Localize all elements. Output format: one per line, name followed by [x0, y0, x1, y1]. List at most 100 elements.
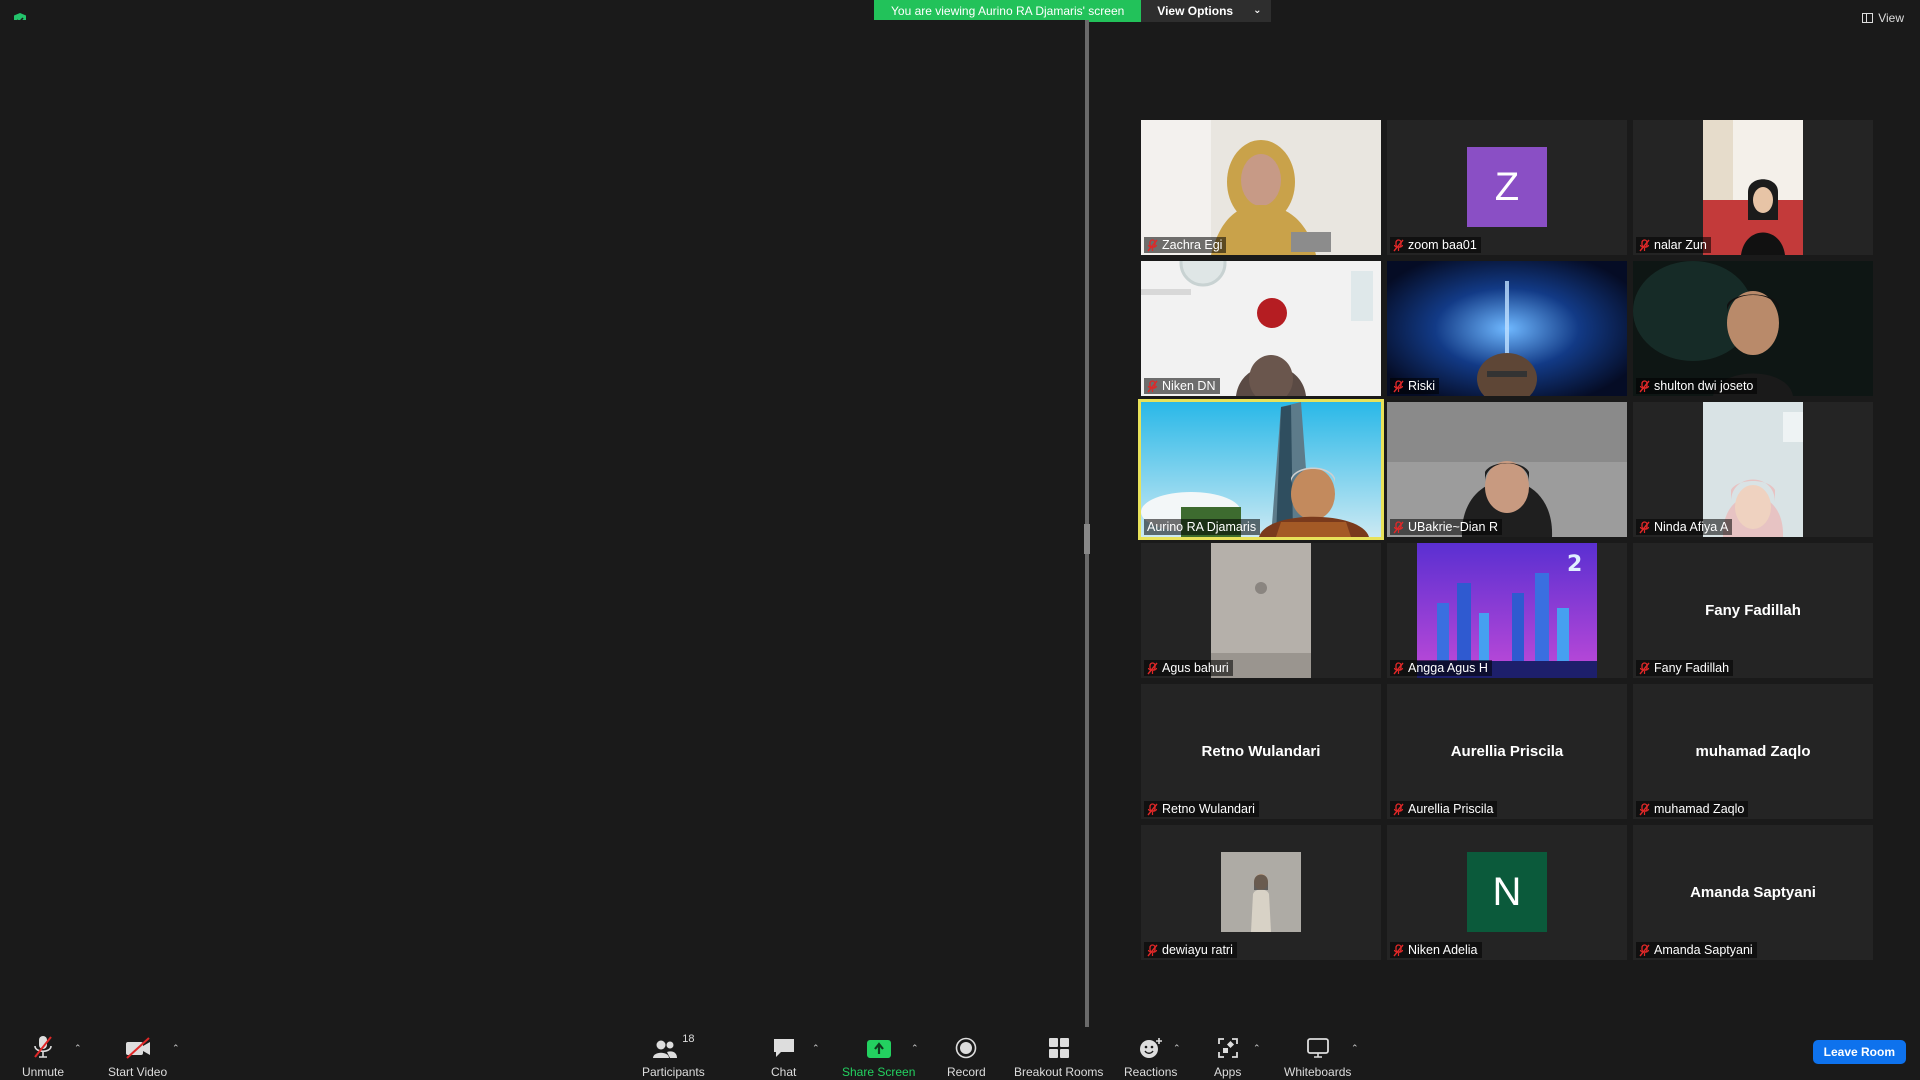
participant-tile[interactable]: nalar Zun: [1633, 120, 1873, 255]
whiteboard-icon: [1306, 1038, 1329, 1058]
chevron-down-icon: ⌄: [1253, 5, 1262, 16]
muted-mic-icon: [1393, 661, 1404, 674]
muted-mic-icon: [1393, 379, 1404, 392]
name-tag: Fany Fadillah: [1636, 660, 1734, 676]
view-options-label: View Options: [1157, 4, 1234, 18]
participant-tile[interactable]: Amanda Saptyani Amanda Saptyani: [1633, 825, 1873, 960]
participant-name: Angga Agus H: [1408, 661, 1488, 675]
participant-tile[interactable]: Ninda Afiya A: [1633, 402, 1873, 537]
breakout-rooms-icon: [1048, 1038, 1069, 1058]
share-screen-icon: [866, 1040, 891, 1058]
participant-tile[interactable]: muhamad Zaqlo muhamad Zaqlo: [1633, 684, 1873, 819]
participant-name: Aurino RA Djamaris: [1147, 520, 1257, 534]
leave-room-button[interactable]: Leave Room: [1812, 1040, 1906, 1064]
apps-options-caret[interactable]: ⌃: [1253, 1043, 1261, 1054]
muted-mic-icon: [1147, 379, 1158, 392]
participant-tile[interactable]: Zachra Egi: [1141, 120, 1381, 255]
name-tag: Ninda Afiya A: [1636, 519, 1733, 535]
participant-tile[interactable]: Aurellia Priscila Aurellia Priscila: [1387, 684, 1627, 819]
muted-mic-icon: [1639, 802, 1650, 815]
participant-tile[interactable]: Fany Fadillah Fany Fadillah: [1633, 543, 1873, 678]
participant-name: shulton dwi joseto: [1654, 379, 1754, 393]
view-options-button[interactable]: View Options ⌄: [1141, 0, 1272, 22]
audio-options-caret[interactable]: ⌃: [74, 1043, 82, 1054]
whiteboards-button[interactable]: Whiteboards: [1284, 1027, 1351, 1079]
video-feed: [1211, 543, 1311, 678]
whiteboards-label: Whiteboards: [1284, 1065, 1352, 1079]
view-button[interactable]: View: [1862, 11, 1904, 25]
participant-tile[interactable]: Niken DN: [1141, 261, 1381, 396]
meeting-toolbar: Unmute ⌃ Start Video ⌃ 18 Participants C…: [0, 1027, 1920, 1080]
divider-handle[interactable]: [1084, 524, 1090, 554]
participant-display-name: Aurellia Priscila: [1450, 743, 1564, 760]
layout-icon: [1862, 13, 1874, 23]
participant-tile[interactable]: Z zoom baa01: [1387, 120, 1627, 255]
avatar-initial: Z: [1494, 164, 1520, 209]
participant-name: Fany Fadillah: [1654, 661, 1730, 675]
apps-label: Apps: [1214, 1065, 1242, 1079]
muted-mic-icon: [1147, 238, 1158, 251]
muted-mic-icon: [1147, 802, 1158, 815]
share-options-caret[interactable]: ⌃: [911, 1043, 919, 1054]
video-feed: [1703, 402, 1803, 537]
breakout-rooms-button[interactable]: Breakout Rooms: [1014, 1027, 1103, 1079]
video-feed: [1141, 120, 1381, 255]
apps-button[interactable]: Apps: [1214, 1027, 1241, 1079]
reactions-icon: [1139, 1038, 1162, 1058]
participant-tile[interactable]: dewiayu ratri: [1141, 825, 1381, 960]
participant-name: muhamad Zaqlo: [1654, 802, 1745, 816]
chat-options-caret[interactable]: ⌃: [812, 1043, 820, 1054]
muted-mic-icon: [1147, 943, 1158, 956]
video-feed: [1387, 261, 1627, 396]
participant-tile[interactable]: Retno Wulandari Retno Wulandari: [1141, 684, 1381, 819]
profile-photo: [1221, 852, 1301, 932]
video-feed: [1141, 402, 1381, 537]
name-tag: Angga Agus H: [1390, 660, 1492, 676]
video-feed: [1141, 261, 1381, 396]
video-options-caret[interactable]: ⌃: [172, 1043, 180, 1054]
screen-share-banner: You are viewing Aurino RA Djamaris' scre…: [874, 0, 1272, 22]
record-label: Record: [947, 1065, 986, 1079]
participant-tile[interactable]: shulton dwi joseto: [1633, 261, 1873, 396]
shared-screen-area: [0, 20, 1085, 1027]
participant-tile[interactable]: Agus bahuri: [1141, 543, 1381, 678]
participant-display-name: Amanda Saptyani: [1690, 884, 1816, 901]
participant-tile[interactable]: 2 Angga Agus H: [1387, 543, 1627, 678]
name-tag: muhamad Zaqlo: [1636, 801, 1749, 817]
muted-mic-icon: [1393, 802, 1404, 815]
view-label: View: [1878, 11, 1904, 25]
participant-name: nalar Zun: [1654, 238, 1707, 252]
chat-button[interactable]: Chat: [771, 1027, 796, 1079]
name-tag: Agus bahuri: [1144, 660, 1233, 676]
participant-tile[interactable]: UBakrie~Dian R: [1387, 402, 1627, 537]
avatar-initial: N: [1492, 869, 1522, 914]
reactions-button[interactable]: Reactions: [1124, 1027, 1177, 1079]
reactions-options-caret[interactable]: ⌃: [1173, 1043, 1181, 1054]
participants-label: Participants: [642, 1065, 705, 1079]
video-feed: [1703, 120, 1803, 255]
share-screen-button[interactable]: Share Screen: [842, 1027, 915, 1079]
participant-tile[interactable]: Riski: [1387, 261, 1627, 396]
unmute-button[interactable]: Unmute: [22, 1027, 64, 1079]
svg-text:2: 2: [1567, 552, 1582, 577]
participants-count: 18: [682, 1033, 695, 1045]
name-tag: zoom baa01: [1390, 237, 1481, 253]
chat-icon: [773, 1039, 794, 1057]
participant-tile-active-speaker[interactable]: Aurino RA Djamaris: [1138, 399, 1384, 540]
name-tag: Niken DN: [1144, 378, 1220, 394]
whiteboards-options-caret[interactable]: ⌃: [1351, 1043, 1359, 1054]
participant-display-name: muhamad Zaqlo: [1695, 743, 1811, 760]
record-button[interactable]: Record: [947, 1027, 986, 1079]
participant-display-name: Fany Fadillah: [1705, 602, 1801, 619]
name-tag: shulton dwi joseto: [1636, 378, 1758, 394]
participants-button[interactable]: 18 Participants: [642, 1027, 705, 1079]
participant-name: Aurellia Priscila: [1408, 802, 1494, 816]
participant-name: zoom baa01: [1408, 238, 1477, 252]
muted-mic-icon: [1639, 238, 1650, 251]
name-tag: Aurellia Priscila: [1390, 801, 1498, 817]
video-feed: 2: [1417, 543, 1597, 678]
muted-mic-icon: [1147, 661, 1158, 674]
name-tag: Niken Adelia: [1390, 942, 1482, 958]
start-video-button[interactable]: Start Video: [108, 1027, 167, 1079]
participant-tile[interactable]: N Niken Adelia: [1387, 825, 1627, 960]
